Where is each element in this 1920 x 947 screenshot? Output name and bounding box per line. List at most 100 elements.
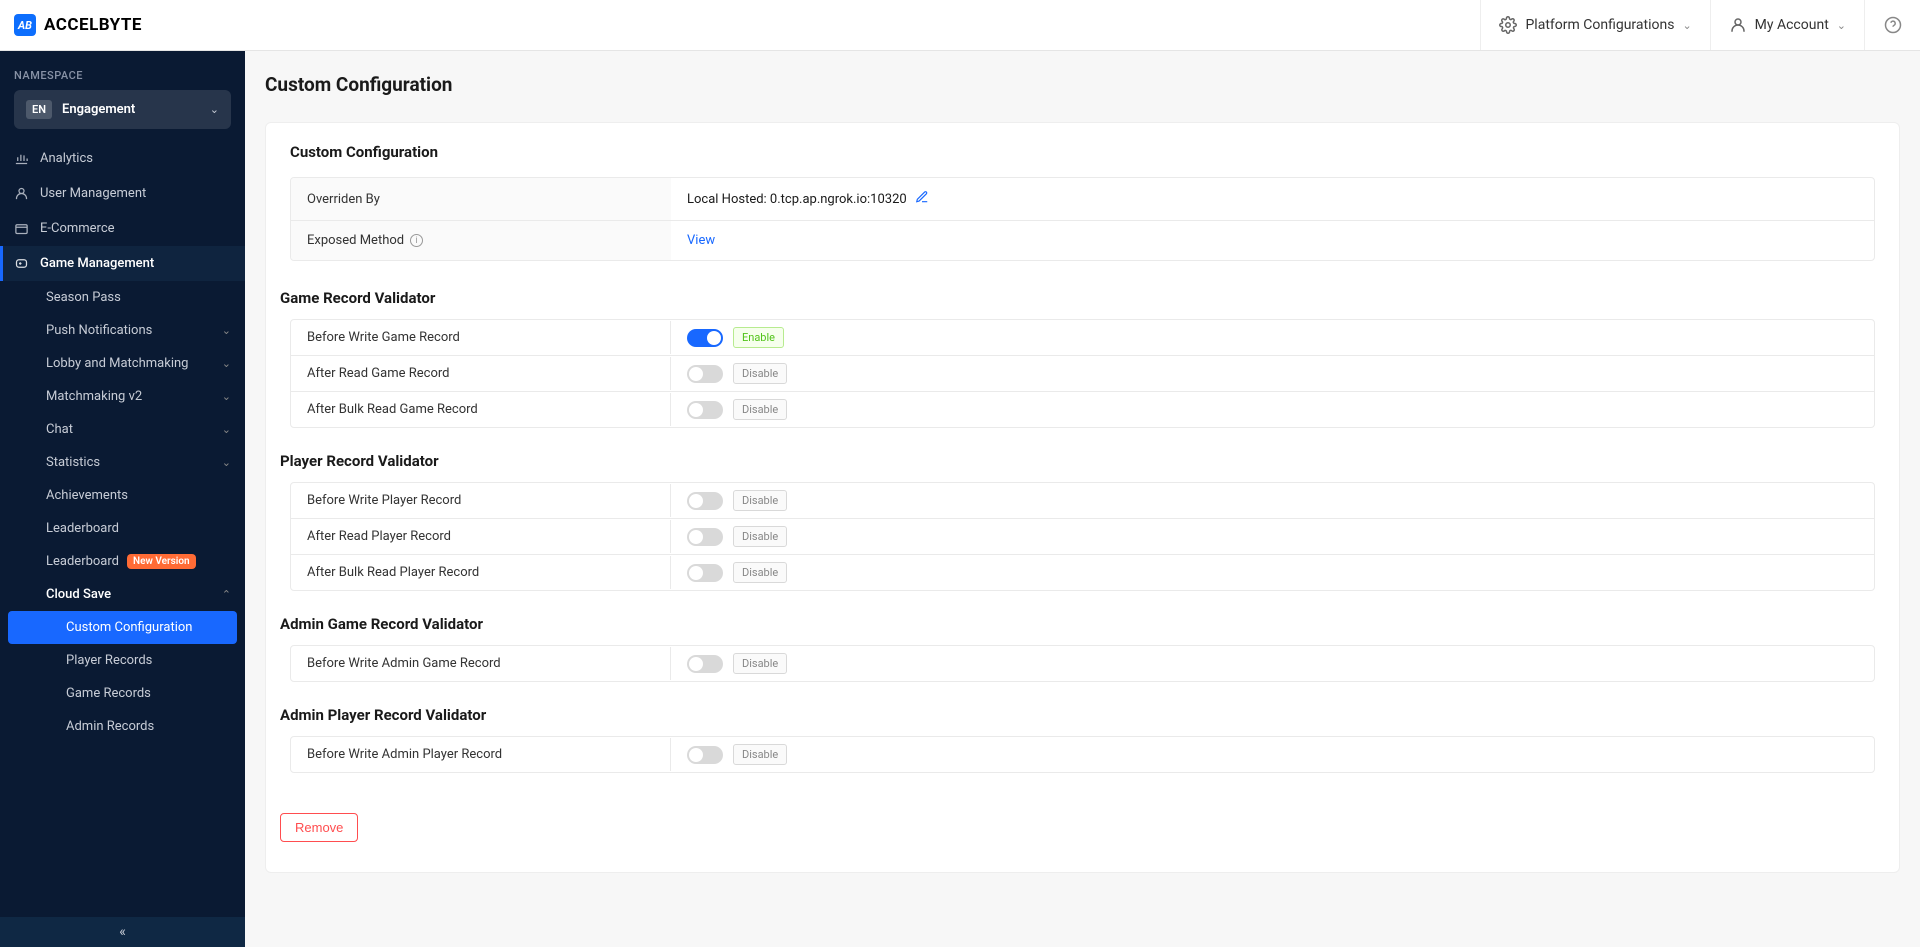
- sidebar-item-user-management[interactable]: User Management: [0, 176, 245, 211]
- info-table: Overriden By Local Hosted: 0.tcp.ap.ngro…: [290, 177, 1875, 261]
- chevron-down-icon: ⌄: [1837, 19, 1846, 32]
- toggle-cell: Disable: [671, 356, 1874, 391]
- sidebar-subsubitem[interactable]: Admin Records: [0, 710, 245, 743]
- toggle-label: Before Write Player Record: [291, 484, 671, 517]
- sidebar: NAMESPACE EN Engagement ⌄ Analytics User…: [0, 0, 245, 947]
- toggle-row: Before Write Player Record Disable: [291, 483, 1874, 519]
- sidebar-subitem[interactable]: Statistics⌄: [0, 446, 245, 479]
- sidebar-item-label: E-Commerce: [40, 221, 115, 236]
- toggle-cell: Disable: [671, 519, 1874, 554]
- toggle-switch[interactable]: [687, 365, 723, 383]
- page-title: Custom Configuration: [265, 73, 1900, 96]
- sidebar-item-ecommerce[interactable]: E-Commerce: [0, 211, 245, 246]
- chevron-down-icon: ⌄: [222, 357, 231, 370]
- edit-icon[interactable]: [915, 190, 929, 208]
- toggle-switch[interactable]: [687, 564, 723, 582]
- sidebar-subitem[interactable]: Achievements: [0, 479, 245, 512]
- status-badge: Disable: [733, 744, 787, 765]
- sidebar-subsubitem[interactable]: Game Records: [0, 677, 245, 710]
- namespace-name: Engagement: [62, 102, 200, 117]
- namespace-selector[interactable]: EN Engagement ⌄: [14, 90, 231, 129]
- status-badge: Disable: [733, 399, 787, 420]
- toggle-cell: Disable: [671, 392, 1874, 427]
- toggle-table: Before Write Game RecordEnableAfter Read…: [290, 319, 1875, 428]
- chevron-down-icon: ⌄: [222, 423, 231, 436]
- remove-button[interactable]: Remove: [280, 813, 358, 842]
- sidebar-subsubitem[interactable]: Player Records: [0, 644, 245, 677]
- toggle-switch[interactable]: [687, 401, 723, 419]
- sidebar-item-label: Lobby and Matchmaking: [46, 356, 188, 371]
- status-badge: Enable: [733, 327, 784, 348]
- user-icon: [1729, 16, 1747, 34]
- sidebar-subitem[interactable]: Push Notifications ⌄: [0, 314, 245, 347]
- chevron-down-icon: ⌄: [222, 456, 231, 469]
- sidebar-item-label: Leaderboard: [46, 521, 119, 536]
- game-icon: [14, 256, 29, 271]
- sidebar-subitem[interactable]: Leaderboard: [0, 512, 245, 545]
- toggle-table: Before Write Player RecordDisableAfter R…: [290, 482, 1875, 591]
- toggle-row: Before Write Game RecordEnable: [291, 320, 1874, 356]
- toggle-row: After Bulk Read Player Record Disable: [291, 555, 1874, 590]
- toggle-row: Before Write Admin Game RecordDisable: [291, 646, 1874, 681]
- info-row-exposed-method: Exposed Method i View: [291, 221, 1874, 260]
- section-title: Admin Player Record Validator: [280, 706, 1875, 724]
- toggle-label: After Bulk Read Player Record: [291, 556, 671, 589]
- ecommerce-icon: [14, 221, 29, 236]
- status-badge: Disable: [733, 363, 787, 384]
- topbar-right: Platform Configurations ⌄ My Account ⌄: [1480, 0, 1920, 50]
- toggle-switch[interactable]: [687, 492, 723, 510]
- toggle-row: After Read Player Record Disable: [291, 519, 1874, 555]
- my-account-button[interactable]: My Account ⌄: [1710, 0, 1864, 50]
- view-link[interactable]: View: [687, 233, 715, 248]
- sidebar-subitem[interactable]: Cloud Save ⌃: [0, 578, 245, 611]
- info-label: Exposed Method i: [291, 221, 671, 260]
- new-version-badge: New Version: [127, 554, 196, 569]
- toggle-cell: Disable: [671, 483, 1874, 518]
- toggle-label: After Bulk Read Game Record: [291, 393, 671, 426]
- sidebar-subitem[interactable]: Lobby and Matchmaking ⌄: [0, 347, 245, 380]
- card-title: Custom Configuration: [290, 143, 1875, 161]
- info-label: Overriden By: [291, 178, 671, 220]
- toggle-switch[interactable]: [687, 746, 723, 764]
- toggle-row: After Read Game RecordDisable: [291, 356, 1874, 392]
- sidebar-item-analytics[interactable]: Analytics: [0, 141, 245, 176]
- sidebar-subsubitem[interactable]: Custom Configuration: [8, 611, 237, 644]
- sidebar-item-label: Achievements: [46, 488, 128, 503]
- toggle-label: After Read Player Record: [291, 520, 671, 553]
- brand-logo-icon: AB: [14, 14, 36, 36]
- sidebar-item-label: Leaderboard: [46, 554, 119, 569]
- toggle-cell: Disable: [671, 555, 1874, 590]
- toggle-cell: Disable: [671, 646, 1874, 681]
- namespace-heading: NAMESPACE: [0, 51, 245, 90]
- gear-icon: [1499, 16, 1517, 34]
- chevron-down-icon: ⌄: [222, 324, 231, 337]
- chevron-down-icon: ⌄: [1682, 19, 1691, 32]
- sidebar-item-game-management[interactable]: Game Management: [0, 246, 245, 281]
- chevron-up-icon: ⌃: [222, 588, 231, 601]
- sidebar-subitem[interactable]: Season Pass: [0, 281, 245, 314]
- toggle-cell: Disable: [671, 737, 1874, 772]
- sidebar-item-label: Chat: [46, 422, 73, 437]
- toggle-switch[interactable]: [687, 329, 723, 347]
- toggle-row: Before Write Admin Player RecordDisable: [291, 737, 1874, 772]
- sidebar-subitem[interactable]: Matchmaking v2⌄: [0, 380, 245, 413]
- toggle-cell: Enable: [671, 320, 1874, 355]
- status-badge: Disable: [733, 562, 787, 583]
- status-badge: Disable: [733, 526, 787, 547]
- status-badge: Disable: [733, 490, 787, 511]
- platform-configurations-button[interactable]: Platform Configurations ⌄: [1480, 0, 1709, 50]
- sidebar-item-label: Push Notifications: [46, 323, 152, 338]
- help-button[interactable]: [1864, 0, 1920, 50]
- sidebar-collapse-button[interactable]: «: [0, 917, 245, 947]
- sidebar-subitem[interactable]: Leaderboard New Version: [0, 545, 245, 578]
- sidebar-subitem[interactable]: Chat ⌄: [0, 413, 245, 446]
- brand[interactable]: AB ACCELBYTE: [0, 14, 142, 36]
- toggle-switch[interactable]: [687, 655, 723, 673]
- toggle-table: Before Write Admin Player RecordDisable: [290, 736, 1875, 773]
- sidebar-item-label: User Management: [40, 186, 146, 201]
- info-icon[interactable]: i: [410, 234, 423, 247]
- help-icon: [1884, 16, 1902, 34]
- bar-chart-icon: [14, 151, 29, 166]
- sidebar-item-label: Cloud Save: [46, 587, 111, 602]
- toggle-switch[interactable]: [687, 528, 723, 546]
